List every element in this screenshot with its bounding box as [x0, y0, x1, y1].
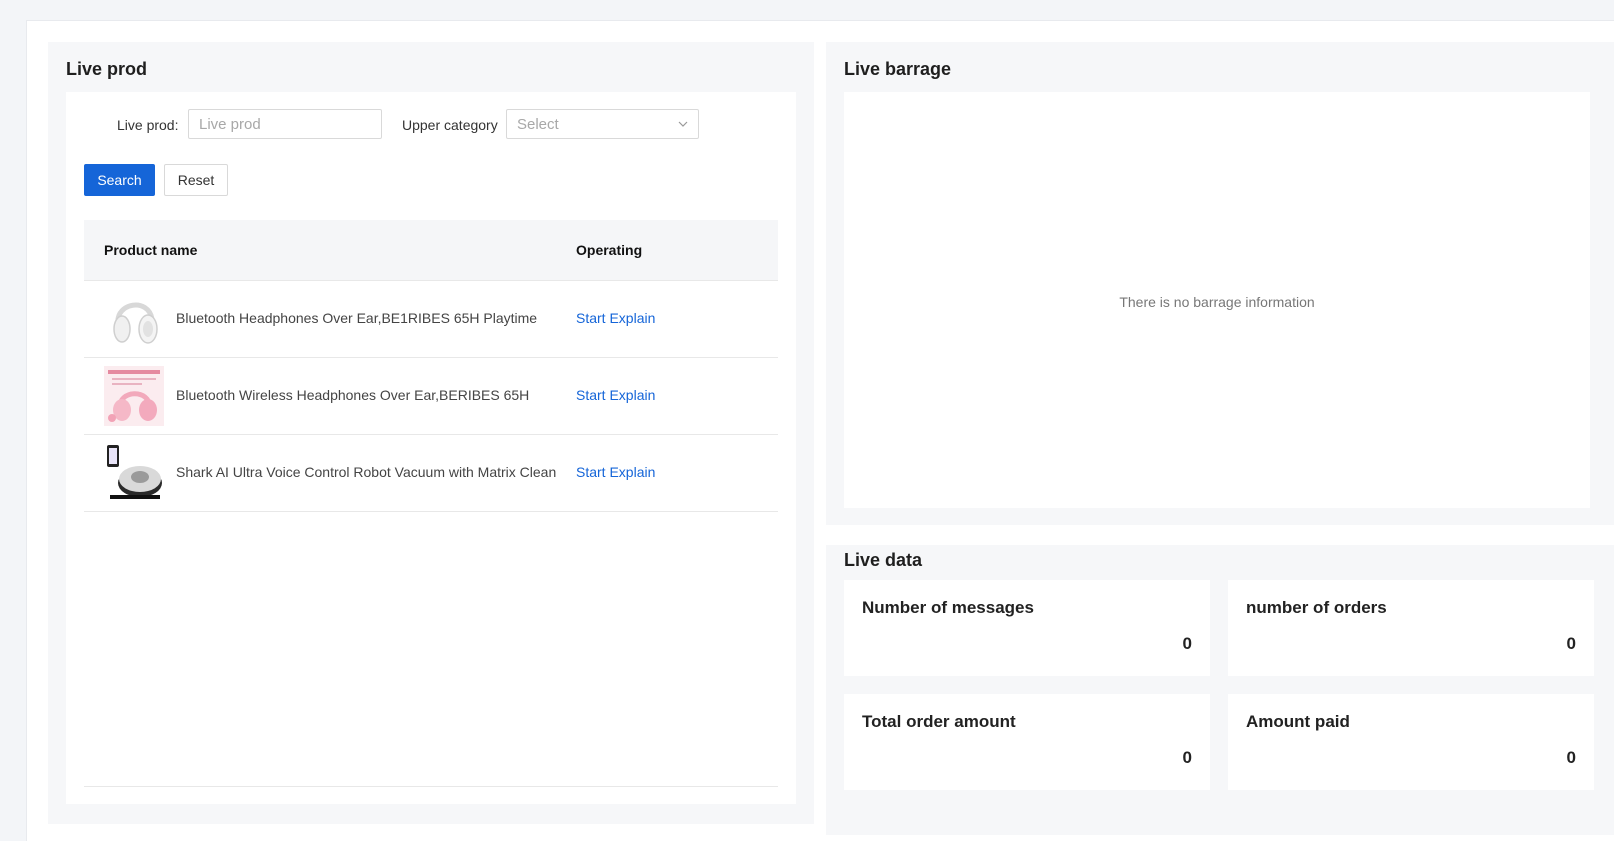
- upper-category-placeholder: Select: [517, 116, 559, 133]
- table-header: Product name Operating: [84, 220, 778, 281]
- table-row: Bluetooth Wireless Headphones Over Ear,B…: [84, 358, 778, 435]
- live-barrage-title: Live barrage: [844, 59, 952, 79]
- card-label: Amount paid: [1246, 712, 1350, 731]
- live-barrage-panel: Live barrage There is no barrage informa…: [826, 42, 1614, 525]
- barrage-list: There is no barrage information: [844, 92, 1590, 508]
- product-name: Bluetooth Headphones Over Ear,BE1RIBES 6…: [176, 310, 538, 326]
- reset-button[interactable]: Reset: [164, 164, 228, 196]
- messages-card: Number of messages 0: [844, 580, 1210, 676]
- table-bottom-divider: [84, 786, 778, 787]
- card-label: Number of messages: [862, 598, 1034, 617]
- table-row: Bluetooth Headphones Over Ear,BE1RIBES 6…: [84, 281, 778, 358]
- robot-vacuum-thumbnail: [104, 443, 164, 503]
- card-label: number of orders: [1246, 598, 1387, 617]
- live-prod-input[interactable]: [188, 109, 382, 139]
- product-name: Shark AI Ultra Voice Control Robot Vacuu…: [176, 464, 557, 480]
- upper-category-select[interactable]: Select: [506, 109, 699, 139]
- live-data-title: Live data: [844, 550, 923, 570]
- barrage-empty-text: There is no barrage information: [1119, 294, 1315, 310]
- chevron-down-icon: [678, 121, 688, 127]
- card-value: 0: [1566, 634, 1576, 653]
- table-row: Shark AI Ultra Voice Control Robot Vacuu…: [84, 435, 778, 512]
- live-prod-content: Live prod: Upper category Select Search …: [66, 92, 796, 804]
- upper-category-label: Upper category: [402, 117, 498, 133]
- start-explain-link[interactable]: Start Explain: [576, 310, 655, 326]
- pink-headphones-thumbnail: [104, 366, 164, 426]
- column-product-name: Product name: [104, 242, 198, 258]
- column-operating: Operating: [576, 242, 643, 258]
- card-value: 0: [1566, 748, 1576, 767]
- live-prod-filter-label: Live prod:: [117, 117, 179, 133]
- start-explain-link[interactable]: Start Explain: [576, 464, 655, 480]
- card-value: 0: [1182, 634, 1192, 653]
- card-value: 0: [1182, 748, 1192, 767]
- live-data-panel: Live data Number of messages 0 number of…: [826, 545, 1614, 835]
- white-headphones-thumbnail: [104, 289, 164, 349]
- card-label: Total order amount: [862, 712, 1016, 731]
- search-button[interactable]: Search: [84, 164, 155, 196]
- product-table: Product name Operating Bluetooth Headpho…: [84, 220, 778, 512]
- live-prod-panel: Live prod Live prod: Upper category Sele…: [48, 42, 814, 824]
- total-order-amount-card: Total order amount 0: [844, 694, 1210, 790]
- live-prod-title: Live prod: [66, 59, 148, 79]
- amount-paid-card: Amount paid 0: [1228, 694, 1594, 790]
- product-name: Bluetooth Wireless Headphones Over Ear,B…: [176, 387, 530, 403]
- start-explain-link[interactable]: Start Explain: [576, 387, 655, 403]
- orders-card: number of orders 0: [1228, 580, 1594, 676]
